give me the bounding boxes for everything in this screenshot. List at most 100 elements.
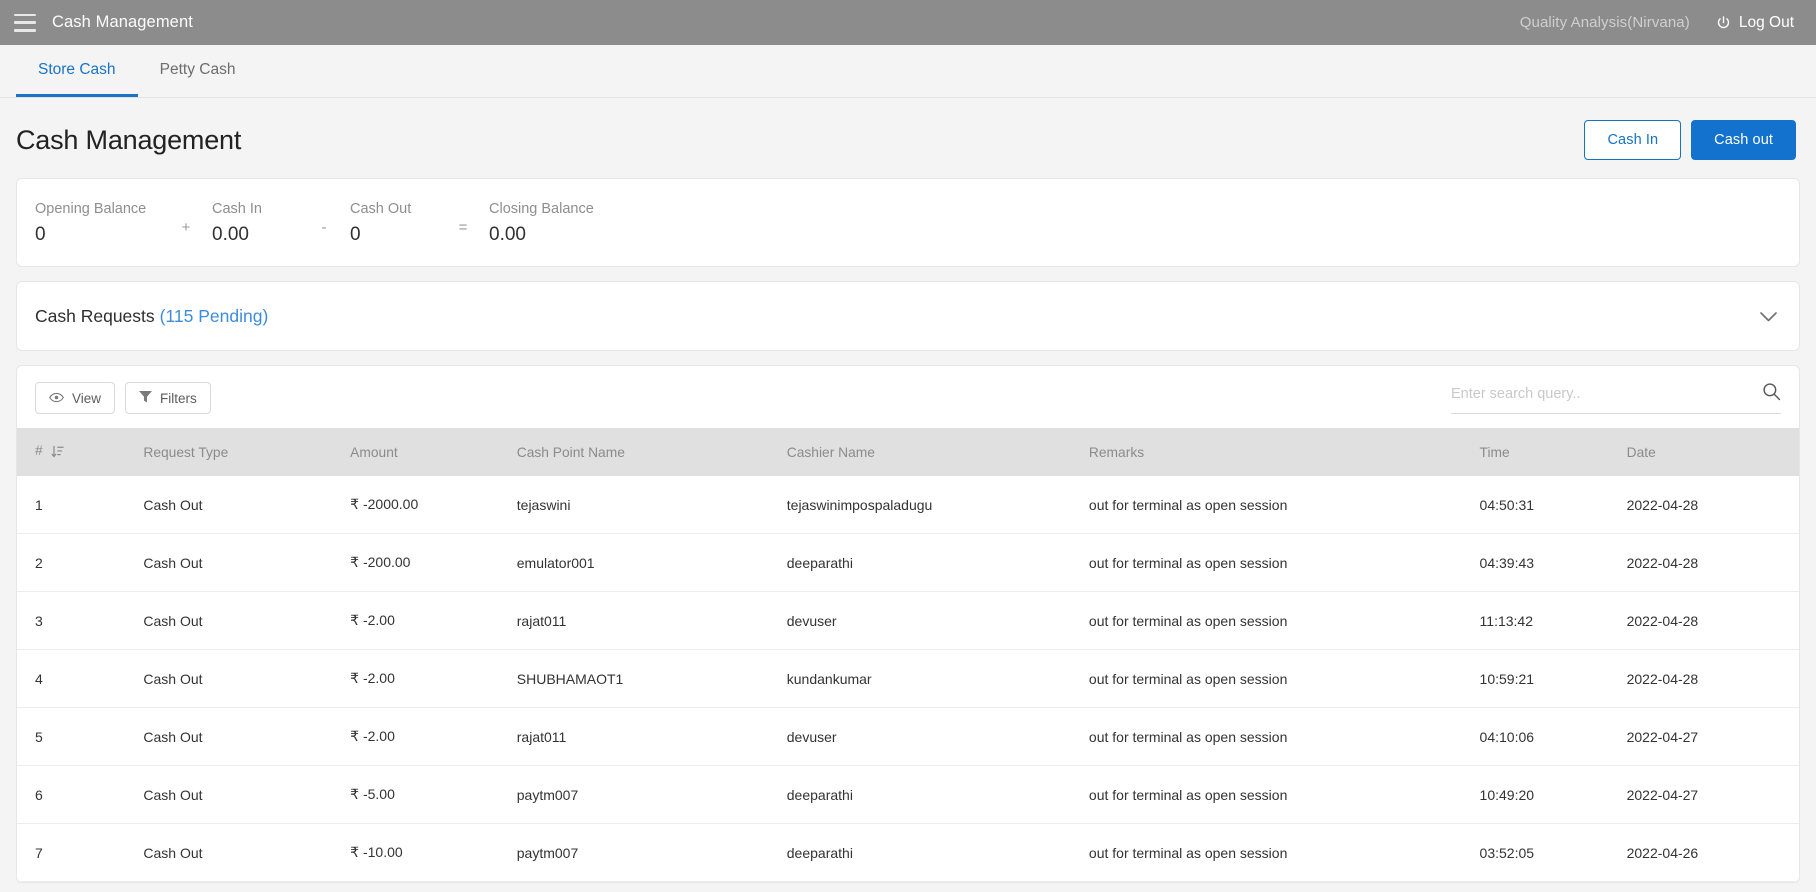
cash-requests-accordion[interactable]: Cash Requests (115 Pending) [16, 281, 1800, 351]
column-header-date[interactable]: Date [1627, 428, 1799, 476]
search-box[interactable] [1451, 382, 1781, 414]
table-header: # Request Type Amount Cash Point Name Ca… [17, 428, 1799, 476]
cell-date: 2022-04-28 [1626, 533, 1799, 592]
balance-summary-row: Opening Balance 0 + Cash In 0.00 - Cash … [17, 201, 1799, 246]
cell-remarks: out for terminal as open session [1088, 476, 1480, 534]
power-icon [1716, 15, 1731, 30]
eye-icon [49, 391, 64, 406]
cash-in-button[interactable]: Cash In [1584, 120, 1682, 160]
tab-petty-cash[interactable]: Petty Cash [138, 45, 258, 97]
current-user-label: Quality Analysis(Nirvana) [1519, 14, 1690, 31]
cell-cashier-name: deeparathi [786, 765, 1089, 824]
table-row[interactable]: 1 Cash Out ₹ -2000.00 tejaswini tejaswin… [17, 476, 1799, 534]
table-header-row: # Request Type Amount Cash Point Name Ca… [17, 428, 1799, 476]
cell-cash-point-name: paytm007 [516, 765, 787, 824]
cell-date: 2022-04-28 [1626, 476, 1799, 534]
cash-out-button[interactable]: Cash out [1691, 120, 1796, 160]
cell-cash-point-name: rajat011 [516, 591, 787, 650]
chevron-down-icon[interactable] [1760, 308, 1777, 325]
cell-request-type: Cash Out [143, 823, 351, 882]
cash-requests-label: Cash Requests [35, 305, 155, 326]
table-row[interactable]: 7 Cash Out ₹ -10.00 paytm007 deeparathi … [17, 823, 1799, 882]
cash-requests-table-card: View Filters # [16, 365, 1800, 883]
page-header: Cash Management Cash In Cash out [0, 98, 1816, 178]
operator-minus: - [321, 219, 327, 236]
page-title: Cash Management [16, 124, 242, 155]
cell-remarks: out for terminal as open session [1088, 823, 1480, 882]
cell-time: 03:52:05 [1479, 823, 1627, 882]
cell-request-type: Cash Out [143, 591, 351, 650]
table-body: 1 Cash Out ₹ -2000.00 tejaswini tejaswin… [17, 476, 1799, 882]
cell-request-type: Cash Out [143, 649, 351, 708]
cell-amount: ₹ -2.00 [350, 591, 517, 650]
sort-icon[interactable] [51, 445, 64, 461]
funnel-icon [139, 390, 152, 406]
table-toolbar: View Filters [17, 366, 1799, 428]
cash-in-value: 0.00 [212, 224, 249, 245]
operator-equals: = [458, 219, 468, 236]
cash-requests-pending-count: (115 Pending) [159, 305, 269, 326]
operator-plus: + [181, 219, 191, 236]
cell-time: 10:49:20 [1479, 765, 1627, 824]
filters-button[interactable]: Filters [125, 382, 211, 414]
cash-in-label: Cash In [212, 201, 262, 217]
cell-date: 2022-04-26 [1626, 823, 1799, 882]
cash-out-label: Cash Out [350, 201, 412, 217]
column-header-cashier-name[interactable]: Cashier Name [787, 428, 1089, 476]
cell-index: 1 [17, 476, 144, 534]
cell-index: 5 [17, 707, 144, 766]
cell-index: 3 [17, 591, 144, 650]
table-row[interactable]: 2 Cash Out ₹ -200.00 emulator001 deepara… [17, 533, 1799, 592]
cell-date: 2022-04-27 [1626, 765, 1799, 824]
cell-index: 4 [17, 649, 144, 708]
cash-in-block: Cash In 0.00 [212, 201, 298, 246]
cell-index: 2 [17, 533, 144, 592]
opening-balance-label: Opening Balance [35, 201, 147, 217]
cell-time: 04:10:06 [1479, 707, 1627, 766]
cell-amount: ₹ -200.00 [350, 533, 517, 592]
opening-balance-value: 0 [35, 224, 46, 245]
cell-amount: ₹ -2000.00 [350, 476, 517, 534]
column-header-cash-point-name[interactable]: Cash Point Name [517, 428, 787, 476]
cell-remarks: out for terminal as open session [1088, 591, 1480, 650]
hamburger-menu-icon[interactable] [14, 13, 36, 32]
cash-out-value: 0 [350, 224, 361, 245]
cell-cashier-name: deeparathi [786, 533, 1089, 592]
table-row[interactable]: 4 Cash Out ₹ -2.00 SHUBHAMAOT1 kundankum… [17, 649, 1799, 708]
cell-cash-point-name: rajat011 [516, 707, 787, 766]
cell-request-type: Cash Out [143, 533, 351, 592]
logout-button[interactable]: Log Out [1716, 14, 1794, 32]
app-bar: Cash Management Quality Analysis(Nirvana… [0, 0, 1816, 45]
cell-cash-point-name: paytm007 [516, 823, 787, 882]
view-button[interactable]: View [35, 382, 116, 414]
closing-balance-value: 0.00 [489, 224, 526, 245]
column-header-amount[interactable]: Amount [350, 428, 517, 476]
view-label: View [72, 390, 102, 406]
column-header-request-type[interactable]: Request Type [143, 428, 350, 476]
cell-amount: ₹ -10.00 [350, 823, 517, 882]
cell-cash-point-name: tejaswini [516, 476, 787, 534]
column-header-remarks[interactable]: Remarks [1089, 428, 1480, 476]
cell-cash-point-name: SHUBHAMAOT1 [516, 649, 787, 708]
cell-request-type: Cash Out [143, 476, 351, 534]
cell-time: 04:39:43 [1479, 533, 1627, 592]
cash-requests-table: # Request Type Amount Cash Point Name Ca… [17, 428, 1799, 882]
cell-cash-point-name: emulator001 [516, 533, 787, 592]
column-header-index[interactable]: # [17, 428, 143, 476]
column-header-time[interactable]: Time [1480, 428, 1627, 476]
cell-cashier-name: deeparathi [786, 823, 1089, 882]
table-row[interactable]: 6 Cash Out ₹ -5.00 paytm007 deeparathi o… [17, 765, 1799, 824]
search-icon[interactable] [1762, 382, 1781, 406]
table-row[interactable]: 5 Cash Out ₹ -2.00 rajat011 devuser out … [17, 707, 1799, 766]
opening-balance-block: Opening Balance 0 [35, 201, 160, 246]
cell-amount: ₹ -5.00 [350, 765, 517, 824]
filters-label: Filters [160, 390, 197, 406]
cell-amount: ₹ -2.00 [350, 649, 517, 708]
cell-cashier-name: kundankumar [786, 649, 1089, 708]
closing-balance-label: Closing Balance [489, 201, 594, 217]
cell-remarks: out for terminal as open session [1088, 533, 1480, 592]
tab-store-cash[interactable]: Store Cash [16, 45, 138, 97]
search-input[interactable] [1451, 386, 1762, 402]
cell-time: 10:59:21 [1479, 649, 1627, 708]
table-row[interactable]: 3 Cash Out ₹ -2.00 rajat011 devuser out … [17, 591, 1799, 650]
